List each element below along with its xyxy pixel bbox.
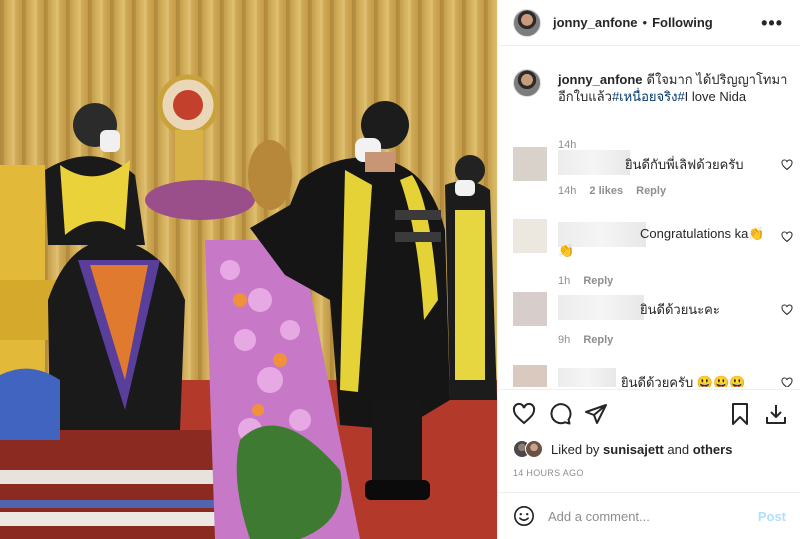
heart-icon[interactable] [781,304,793,316]
post-photo[interactable] [0,0,497,539]
comment-time[interactable]: 1h [558,275,570,287]
comment-input[interactable] [548,503,748,529]
blurred-username [558,150,630,175]
graduation-ceremony-image [0,0,497,539]
author-username[interactable]: jonny_anfone [553,15,638,30]
author-avatar[interactable] [513,8,541,37]
liker-avatar[interactable] [525,440,543,458]
blurred-username [558,295,644,320]
reply-button[interactable]: Reply [636,185,666,197]
liked-by-user[interactable]: sunisajett [603,442,664,457]
post-actions: Liked by sunisajett and others 14 HOURS … [498,389,800,489]
comment-avatar[interactable] [513,219,547,253]
heart-icon[interactable] [781,159,793,171]
liked-by-prefix: Liked by [551,441,600,457]
caption-hashtags[interactable]: #เหนื่อยจริง# [612,89,685,104]
post-timestamp[interactable]: 14 HOURS AGO [513,468,584,478]
comment-meta: 14h 2 likes Reply [558,185,676,197]
caption-avatar[interactable] [513,69,541,97]
comment-text: Congratulations ka👏 [640,226,765,241]
more-options-icon[interactable]: ••• [761,13,783,34]
comment-text: ยินดีด้วยครับ 😃😃😃 [621,375,746,387]
post-header: jonny_anfone • Following ••• [498,0,800,46]
comment-meta: 9h Reply [558,334,623,346]
comment-avatar[interactable] [513,147,547,181]
following-button[interactable]: Following [652,15,713,30]
comment-emoji-line: 👏 [558,243,575,258]
liked-by-and: and [667,441,690,457]
emoji-icon[interactable] [513,505,535,527]
liked-by-text: Liked by sunisajett and others [551,442,732,457]
heart-icon[interactable] [781,377,793,387]
comment-text: ยินดีกับพี่เลิฟด้วยครับ [625,157,744,172]
add-comment-bar: Post [498,492,800,539]
liked-by-others[interactable]: others [693,442,733,457]
separator-dot: • [642,15,648,30]
caption-username[interactable]: jonny_anfone [558,72,643,87]
comment-avatar[interactable] [513,292,547,326]
blurred-username [558,368,616,387]
heart-icon[interactable] [781,231,793,243]
heart-icon[interactable] [512,402,536,426]
download-icon[interactable] [764,402,788,426]
comments-list[interactable]: jonny_anfone ดีใจมาก ได้ปริญญาโทมาอีกใบแล… [498,47,800,387]
post-side-panel: jonny_anfone • Following ••• jonny_anfon… [497,0,800,539]
comment-text: ยินดีด้วยนะคะ [640,302,720,317]
reply-button[interactable]: Reply [583,275,613,287]
comment-likes[interactable]: 2 likes [589,185,623,197]
comment-icon[interactable] [548,402,572,426]
caption-tail: I love Nida [684,89,747,104]
comment-time[interactable]: 14h [558,185,576,197]
reply-button[interactable]: Reply [583,334,613,346]
likes-summary: Liked by sunisajett and others [513,440,732,458]
comment-meta: 1h Reply [558,275,623,287]
share-icon[interactable] [584,402,608,426]
caption-text: jonny_anfone ดีใจมาก ได้ปริญญาโทมาอีกใบแล… [558,71,798,105]
bookmark-icon[interactable] [728,402,752,426]
post-button[interactable]: Post [758,509,786,524]
comment-avatar[interactable] [513,365,547,387]
comment-time[interactable]: 9h [558,334,570,346]
